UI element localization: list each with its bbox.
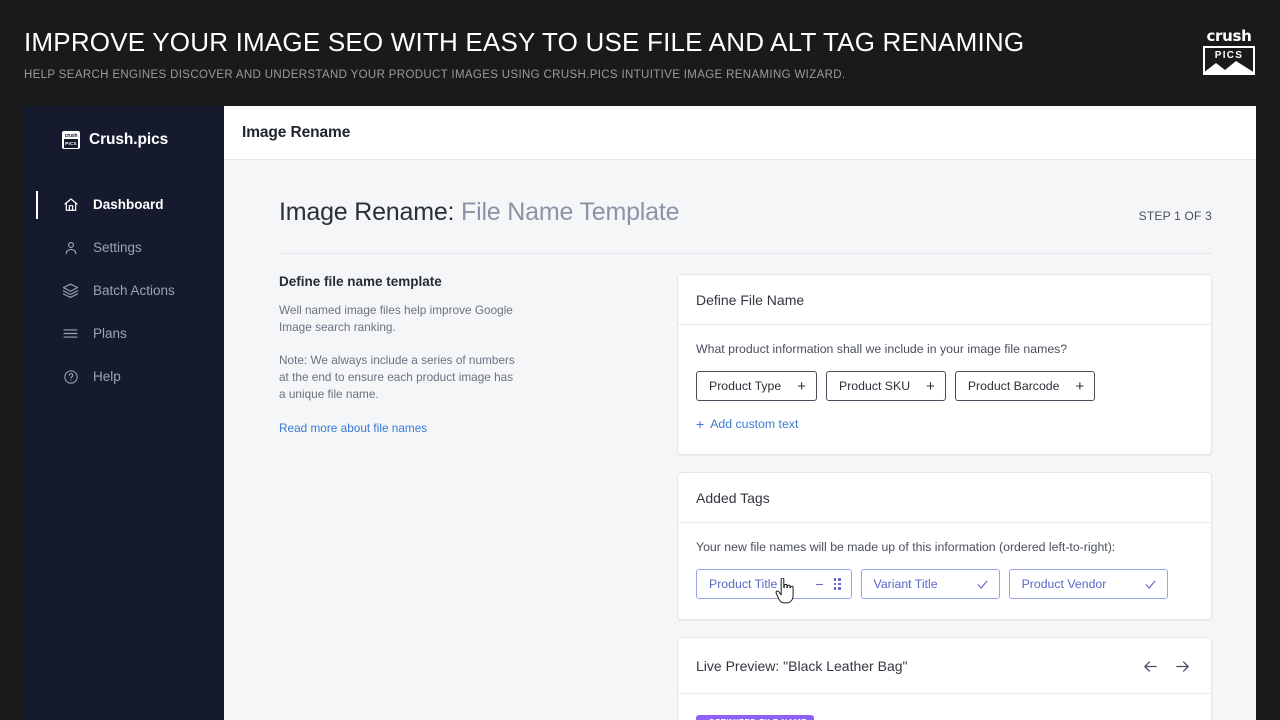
promo-banner: IMPROVE YOUR IMAGE SEO WITH EASY TO USE … [0,0,1280,106]
preview-nav-actions [1139,655,1193,677]
define-file-name-card: Define File Name What product informatio… [677,274,1212,455]
user-icon [62,239,79,256]
plus-icon: + [1075,379,1084,394]
logo-mountain-icon [1203,61,1255,73]
sidebar-item-label: Help [93,369,121,384]
option-chip-product-barcode[interactable]: Product Barcode + [955,371,1095,401]
chip-label: Product SKU [839,379,910,393]
file-name-question: What product information shall we includ… [696,342,1193,356]
step-indicator: STEP 1 OF 3 [1139,209,1212,223]
page-title-main: Image Rename: [279,198,454,226]
card-body: OPTIMIZED FILE NAME black-leather-bag-me… [678,694,1211,720]
option-chip-product-type[interactable]: Product Type + [696,371,817,401]
plus-icon: + [696,417,704,431]
description-column: Define file name template Well named ima… [279,274,677,720]
app-topbar: Image Rename [224,106,1256,160]
card-body: Your new file names will be made up of t… [678,523,1211,619]
page-title: Image Rename: File Name Template [279,198,679,227]
app-window: crush PICS Crush.pics Dashboard [24,106,1256,720]
tag-label: Product Vendor [1022,577,1107,591]
sidebar-brand[interactable]: crush PICS Crush.pics [24,120,224,154]
sidebar-item-label: Plans [93,326,127,341]
sidebar-item-dashboard[interactable]: Dashboard [24,183,224,226]
card-header: Added Tags [678,473,1211,523]
help-circle-icon [62,368,79,385]
description-heading: Define file name template [279,274,637,289]
tag-chip-variant-title[interactable]: Variant Title [861,569,1000,599]
sidebar-item-label: Settings [93,240,142,255]
active-indicator [36,191,38,219]
card-header: Define File Name [678,275,1211,325]
added-tags-row: Product Title − [696,569,1193,599]
sidebar: crush PICS Crush.pics Dashboard [24,106,224,720]
main-area: Image Rename Image Rename: File Name Tem… [224,106,1256,720]
mouse-cursor-pointer-icon [775,578,795,604]
description-paragraph-2: Note: We always include a series of numb… [279,352,517,403]
logo-badge-text: PICS [1205,48,1253,62]
cards-column: Define File Name What product informatio… [677,274,1212,720]
card-header: Live Preview: "Black Leather Bag" [678,638,1211,694]
sidebar-item-help[interactable]: Help [24,355,224,398]
card-title: Added Tags [696,490,770,506]
banner-subtitle: HELP SEARCH ENGINES DISCOVER AND UNDERST… [24,69,1256,81]
page-title-accent: File Name Template [461,198,679,226]
tag-chip-product-title[interactable]: Product Title − [696,569,852,599]
topbar-title: Image Rename [242,124,350,142]
card-body: What product information shall we includ… [678,325,1211,454]
option-chip-product-sku[interactable]: Product SKU + [826,371,946,401]
tag-chip-product-vendor[interactable]: Product Vendor [1009,569,1169,599]
page-content: Image Rename: File Name Template STEP 1 … [224,160,1256,720]
check-icon [1144,578,1157,591]
sidebar-item-settings[interactable]: Settings [24,226,224,269]
tag-label: Variant Title [874,577,938,591]
plus-icon: + [926,379,935,394]
arrow-left-icon[interactable] [1139,655,1161,677]
sidebar-item-label: Dashboard [93,197,164,212]
home-icon [62,196,79,213]
read-more-link[interactable]: Read more about file names [279,421,427,435]
banner-title: IMPROVE YOUR IMAGE SEO WITH EASY TO USE … [24,26,1256,58]
chip-label: Product Barcode [968,379,1060,393]
file-name-options-row: Product Type + Product SKU + Product Bar… [696,371,1193,401]
sidebar-brand-label: Crush.pics [89,131,168,149]
card-title: Define File Name [696,292,804,308]
sidebar-item-batch-actions[interactable]: Batch Actions [24,269,224,312]
check-icon [976,578,989,591]
logo-badge: PICS [1203,46,1255,75]
add-custom-text-link[interactable]: + Add custom text [696,417,798,431]
sidebar-nav: Dashboard Settings [24,183,224,398]
crushpics-mark-icon: crush PICS [62,131,80,149]
arrow-right-icon[interactable] [1171,655,1193,677]
menu-icon [62,325,79,342]
plus-icon: + [797,379,806,394]
added-tags-card: Added Tags Your new file names will be m… [677,472,1212,620]
page-header: Image Rename: File Name Template STEP 1 … [279,198,1212,254]
sidebar-item-label: Batch Actions [93,283,175,298]
two-column-layout: Define file name template Well named ima… [279,254,1212,720]
tag-label: Product Title [709,577,777,591]
logo-wordmark: crush [1203,28,1255,44]
chip-label: Product Type [709,379,781,393]
sidebar-item-plans[interactable]: Plans [24,312,224,355]
card-title: Live Preview: "Black Leather Bag" [696,658,908,674]
mark-bottom-text: PICS [64,139,78,148]
add-custom-text-label: Add custom text [710,417,798,431]
minus-icon[interactable]: − [815,577,823,591]
live-preview-card: Live Preview: "Black Leather Bag" [677,637,1212,720]
drag-handle-icon[interactable] [834,578,841,590]
added-tags-description: Your new file names will be made up of t… [696,540,1193,554]
optimized-file-name-badge: OPTIMIZED FILE NAME [696,715,814,720]
description-paragraph-1: Well named image files help improve Goog… [279,302,517,336]
layers-icon [62,282,79,299]
crushpics-logo: crush PICS [1203,28,1255,75]
